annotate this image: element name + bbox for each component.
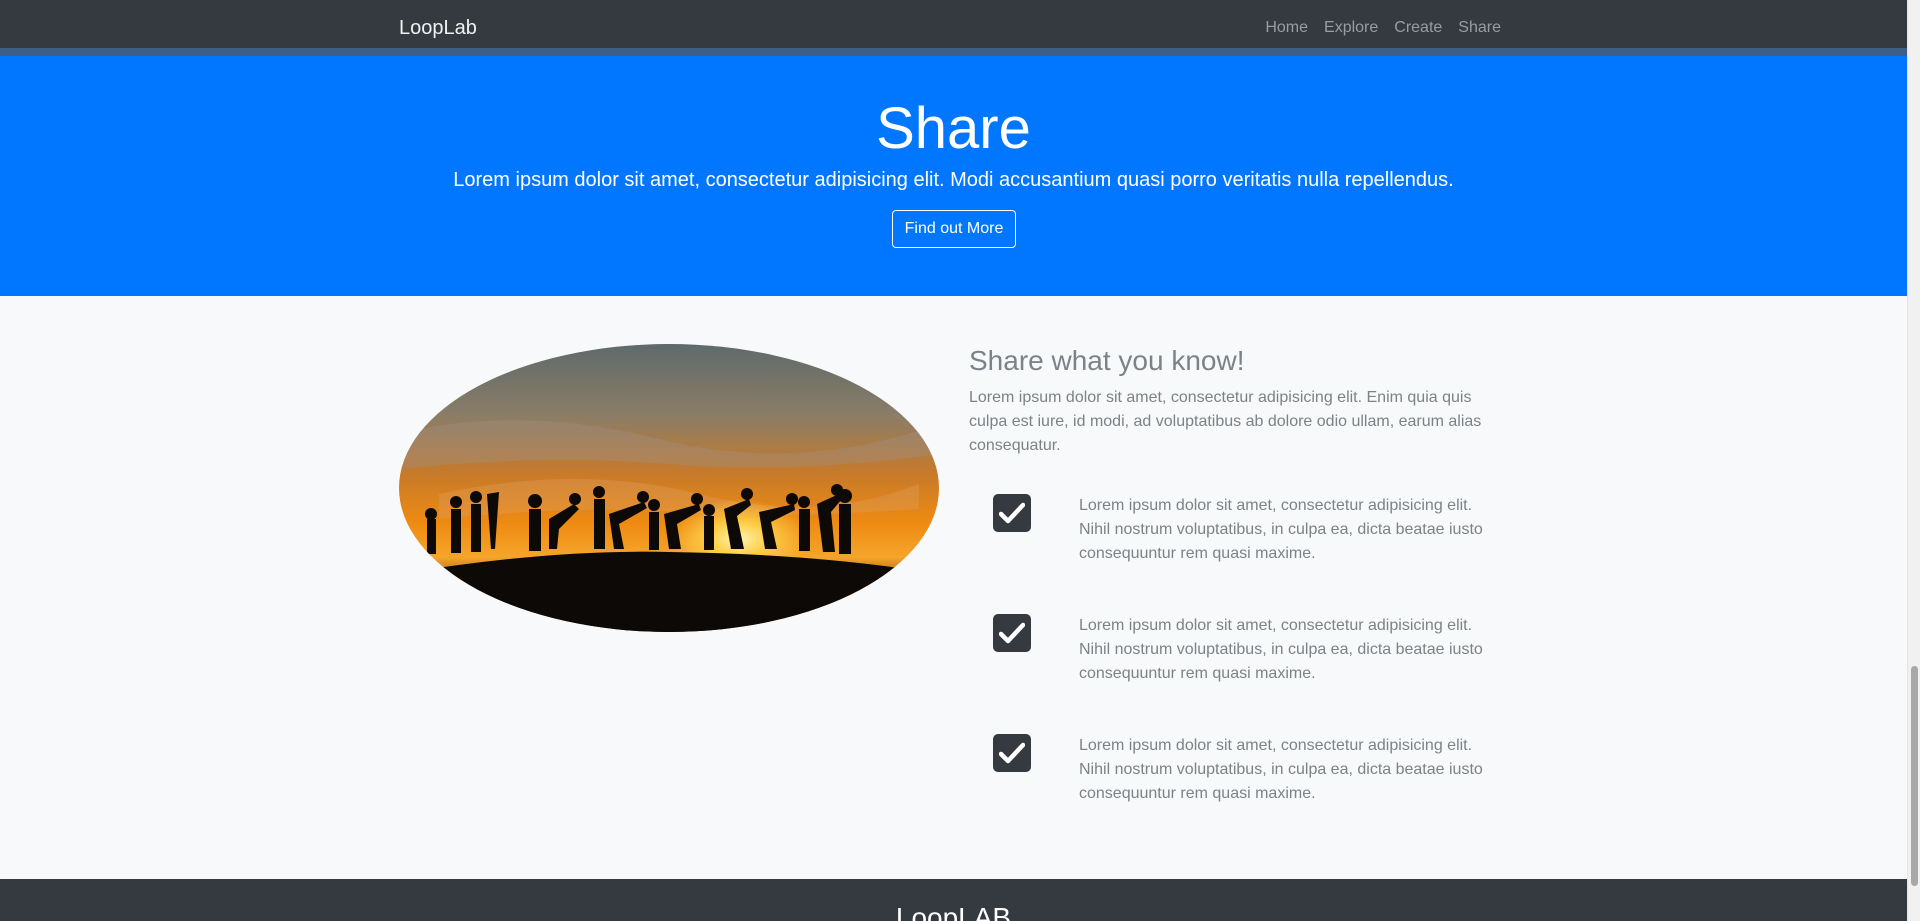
- page: LoopLab Home Explore Create Share Share …: [0, 0, 1907, 921]
- nav-link-create[interactable]: Create: [1394, 18, 1442, 38]
- check-icon: [993, 734, 1031, 772]
- check-icon: [993, 494, 1031, 532]
- nav-link-share[interactable]: Share: [1458, 18, 1501, 38]
- hero-section: Share Lorem ipsum dolor sit amet, consec…: [0, 56, 1907, 296]
- brand-logo[interactable]: LoopLab: [399, 16, 477, 40]
- feature-item: Lorem ipsum dolor sit amet, consectetur …: [969, 494, 1509, 574]
- page-scrollbar[interactable]: [1907, 0, 1920, 921]
- feature-text: Lorem ipsum dolor sit amet, consectetur …: [1079, 737, 1483, 802]
- hero-title: Share: [876, 96, 1031, 161]
- hero-subtitle: Lorem ipsum dolor sit amet, consectetur …: [453, 169, 1454, 191]
- share-section: Share what you know! Lorem ipsum dolor s…: [0, 296, 1907, 879]
- footer-title: LoopLAB: [895, 902, 1012, 921]
- feature-text: Lorem ipsum dolor sit amet, consectetur …: [1079, 617, 1483, 682]
- feature-item: Lorem ipsum dolor sit amet, consectetur …: [969, 614, 1509, 694]
- nav-link-explore[interactable]: Explore: [1324, 18, 1378, 38]
- sunset-group-photo: [399, 344, 939, 632]
- section-title: Share what you know!: [969, 345, 1245, 376]
- nav-divider: [0, 48, 1907, 56]
- section-description: Lorem ipsum dolor sit amet, consectetur …: [969, 389, 1482, 454]
- feature-text: Lorem ipsum dolor sit amet, consectetur …: [1079, 497, 1483, 562]
- nav-links: Home Explore Create Share: [1265, 18, 1501, 38]
- nav-link-home[interactable]: Home: [1265, 18, 1308, 38]
- feature-item: Lorem ipsum dolor sit amet, consectetur …: [969, 734, 1509, 814]
- scrollbar-thumb[interactable]: [1911, 666, 1918, 886]
- find-out-more-button[interactable]: Find out More: [892, 210, 1016, 248]
- navbar: LoopLab Home Explore Create Share: [0, 0, 1907, 48]
- check-icon: [993, 614, 1031, 652]
- footer: LoopLAB: [0, 879, 1907, 921]
